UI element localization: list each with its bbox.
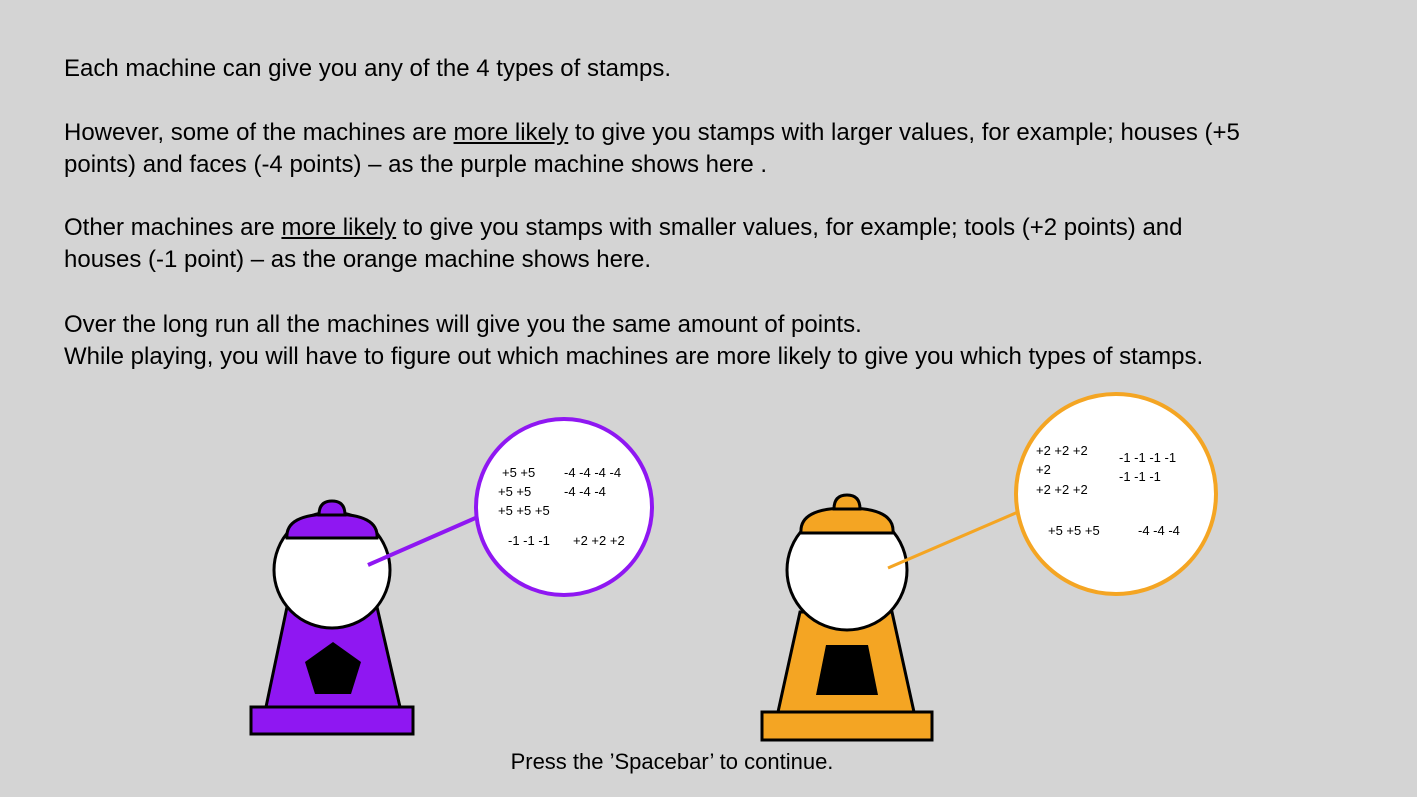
- bubble-value: -1 -1 -1: [508, 533, 550, 548]
- bubble-value: -1 -1 -1 -1: [1119, 450, 1176, 465]
- orange-machine-lid: [799, 506, 895, 535]
- bubble-value: +5 +5: [498, 484, 531, 499]
- orange-pointer-line: [887, 510, 1019, 570]
- trapezoid-icon: [816, 645, 878, 695]
- purple-machine-lid: [285, 512, 379, 540]
- bubble-value: +5 +5: [502, 465, 535, 480]
- continue-prompt: Press the ’Spacebar’ to continue.: [510, 749, 834, 774]
- machines-illustration: +5 +5 -4 -4 -4 -4 +5 +5 -4 -4 -4 +5 +5 +…: [249, 392, 1218, 742]
- orange-machine-base: [760, 710, 934, 742]
- bubble-value: +2 +2 +2: [1036, 482, 1088, 497]
- bubble-value: -4 -4 -4: [1138, 523, 1180, 538]
- purple-gumball-machine: +5 +5 -4 -4 -4 -4 +5 +5 -4 -4 -4 +5 +5 +…: [249, 417, 654, 736]
- bubble-value: +5 +5 +5: [498, 503, 550, 518]
- bubble-value: +2 +2 +2: [1036, 443, 1088, 458]
- bubble-value: +2 +2 +2: [573, 533, 625, 548]
- orange-gumball-machine: +2 +2 +2 -1 -1 -1 -1 +2 -1 -1 -1 +2 +2 +…: [760, 392, 1218, 742]
- bubble-value: -1 -1 -1: [1119, 469, 1161, 484]
- bubble-value: -4 -4 -4: [564, 484, 606, 499]
- purple-pointer-line: [367, 514, 481, 567]
- bubble-value: +2: [1036, 462, 1051, 477]
- orange-machine-knob: [832, 493, 862, 511]
- bubble-value: -4 -4 -4 -4: [564, 465, 621, 480]
- bubble-value: +5 +5 +5: [1048, 523, 1100, 538]
- purple-machine-base: [249, 705, 415, 736]
- purple-machine-knob: [317, 499, 347, 517]
